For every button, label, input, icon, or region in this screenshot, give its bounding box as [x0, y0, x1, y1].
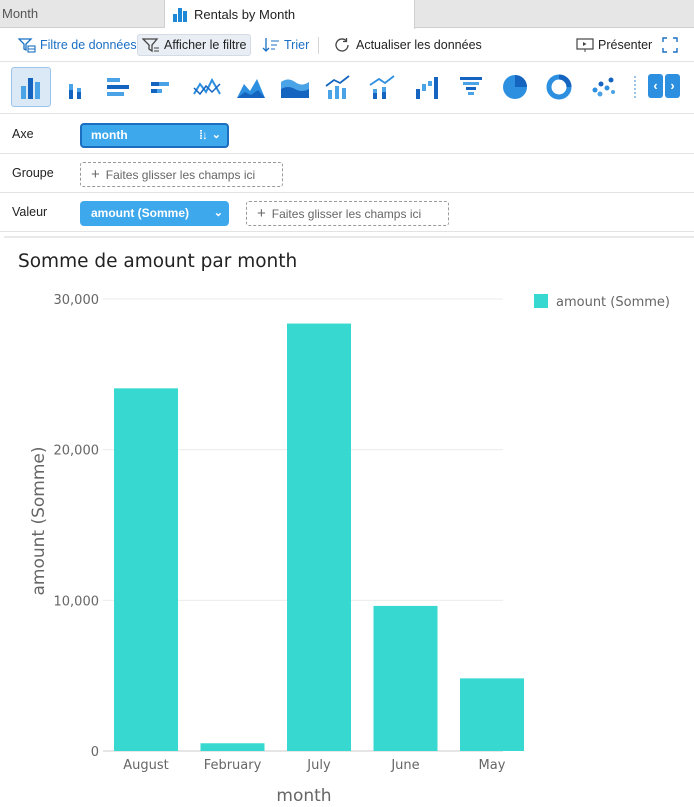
y-axis-ticks: 0 10,000 20,000 30,000: [54, 293, 100, 760]
x-axis-label: month: [276, 786, 331, 806]
bar[interactable]: [200, 743, 265, 751]
y-tick-label: 30,000: [54, 293, 100, 308]
x-tick-label: February: [204, 758, 262, 773]
x-tick-label: June: [390, 758, 419, 773]
bar[interactable]: [373, 605, 438, 751]
x-tick-label: May: [479, 758, 506, 773]
bar-series: [114, 323, 524, 751]
y-tick-label: 10,000: [54, 594, 100, 609]
bar-chart: 0 10,000 20,000 30,000 August February July Ju…: [29, 293, 670, 806]
x-tick-label: July: [306, 758, 331, 773]
legend-swatch[interactable]: [534, 294, 548, 308]
y-tick-label: 0: [91, 745, 99, 760]
bar[interactable]: [460, 678, 524, 751]
bar[interactable]: [287, 323, 351, 751]
y-axis-label: amount (Somme): [29, 446, 49, 595]
bar[interactable]: [114, 388, 178, 751]
legend-label[interactable]: amount (Somme): [556, 295, 670, 310]
legend: amount (Somme): [534, 294, 670, 310]
y-tick-label: 20,000: [54, 444, 100, 459]
x-axis-ticks: August February July June May: [123, 758, 505, 773]
x-tick-label: August: [123, 758, 169, 773]
